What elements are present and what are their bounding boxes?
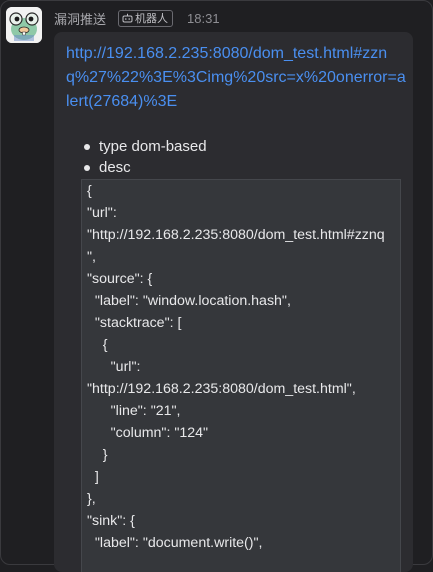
message-header: 漏洞推送 机器人 18:31 — [54, 9, 220, 27]
code-line: ] — [87, 469, 99, 485]
bullet-dot — [84, 143, 90, 150]
code-line: ", — [87, 249, 96, 265]
code-block: { "url": "http://192.168.2.235:8080/dom_… — [81, 179, 401, 572]
code-line: }, — [87, 491, 96, 507]
code-line: "column": "124" — [87, 425, 209, 441]
code-line: "sink": { — [87, 513, 135, 529]
chat-window: 漏洞推送 机器人 18:31 http://192.168.2.235:8080… — [0, 0, 433, 572]
bullet-text: desc — [99, 159, 131, 176]
code-line: "label": "window.location.hash", — [87, 293, 291, 309]
code-lines: { "url": "http://192.168.2.235:8080/dom_… — [82, 180, 385, 554]
list-item: desc — [84, 157, 207, 178]
code-line: "http://192.168.2.235:8080/dom_test.html… — [87, 381, 356, 397]
robot-badge-label: 机器人 — [135, 13, 169, 25]
robot-badge: 机器人 — [118, 9, 174, 27]
code-line: } — [87, 447, 108, 463]
message-timestamp: 18:31 — [187, 10, 220, 26]
code-line: "source": { — [87, 271, 153, 287]
bullet-list: type dom-based desc — [84, 136, 207, 178]
code-line: "stacktrace": [ — [87, 315, 182, 331]
message-bubble: http://192.168.2.235:8080/dom_test.html#… — [54, 32, 413, 572]
code-line: "line": "21", — [87, 403, 181, 419]
code-line: "label": "document.write()", — [87, 535, 263, 551]
list-item: type dom-based — [84, 136, 207, 157]
robot-icon — [122, 13, 133, 23]
code-line: "url": — [87, 205, 117, 221]
vulnerability-url-link[interactable]: http://192.168.2.235:8080/dom_test.html#… — [66, 42, 406, 114]
sender-name[interactable]: 漏洞推送 — [54, 9, 106, 28]
bullet-text: type dom-based — [99, 138, 207, 155]
bot-avatar-icon[interactable] — [6, 7, 42, 43]
code-line: "http://192.168.2.235:8080/dom_test.html… — [87, 227, 385, 243]
code-line: { — [87, 183, 92, 199]
code-line: "url": — [87, 359, 141, 375]
bullet-dot — [84, 164, 90, 171]
code-line: { — [87, 337, 108, 353]
